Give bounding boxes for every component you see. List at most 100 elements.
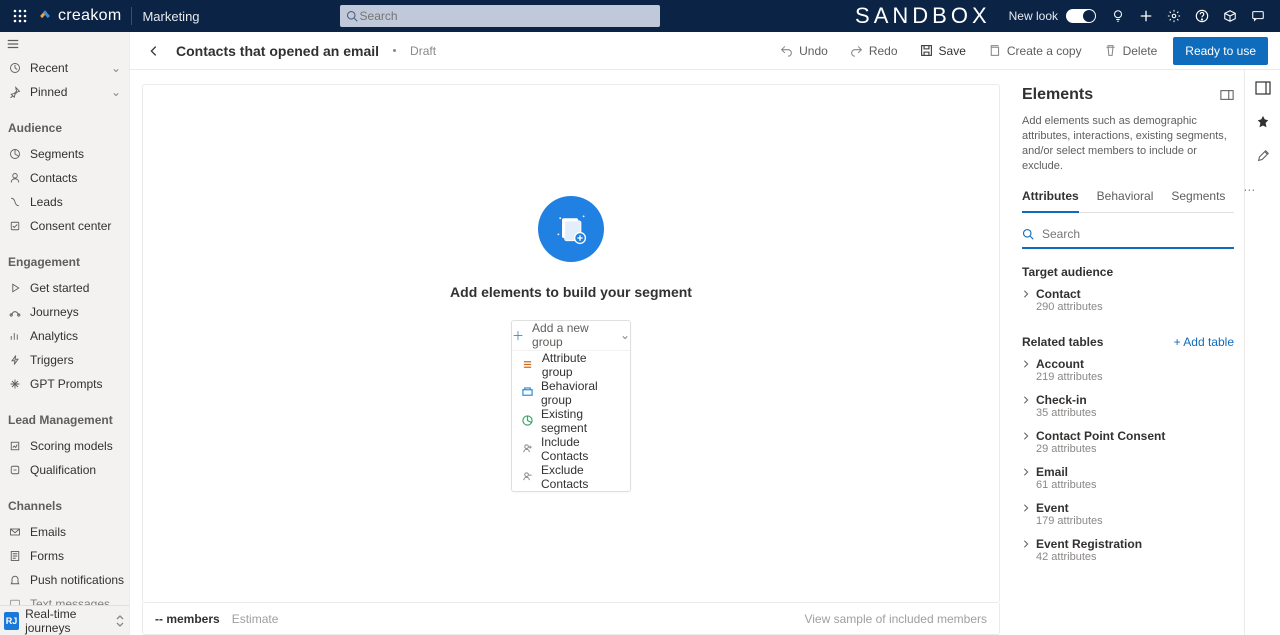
area-switcher[interactable]: RJ Real-time journeys — [0, 605, 129, 635]
global-search-input[interactable] — [358, 8, 654, 24]
entry-event[interactable]: Event179 attributes — [1022, 497, 1234, 533]
hamburger-icon[interactable] — [6, 37, 20, 51]
menu-include-contacts[interactable]: Include Contacts — [512, 435, 630, 463]
tab-behavioral[interactable]: Behavioral — [1097, 183, 1154, 212]
journeys-icon — [8, 305, 22, 319]
tab-segments[interactable]: Segments — [1171, 183, 1225, 212]
ready-button[interactable]: Ready to use — [1173, 37, 1268, 65]
nav-push[interactable]: Push notifications — [0, 568, 129, 592]
entry-checkin[interactable]: Check-in35 attributes — [1022, 389, 1234, 425]
person-remove-icon — [522, 471, 533, 483]
copy-button[interactable]: Create a copy — [982, 37, 1088, 65]
view-sample-link[interactable]: View sample of included members — [804, 612, 987, 626]
lightbulb-icon[interactable] — [1106, 4, 1130, 28]
canvas-footer: -- members Estimate View sample of inclu… — [142, 603, 1000, 635]
rail-copilot-icon[interactable] — [1253, 112, 1273, 132]
empty-state-title: Add elements to build your segment — [450, 284, 692, 300]
chevron-right-icon — [1022, 468, 1030, 476]
nav-segments[interactable]: Segments — [0, 142, 129, 166]
entry-contact[interactable]: Contact 290 attributes — [1022, 283, 1234, 319]
rail-edit-icon[interactable] — [1253, 146, 1273, 166]
entry-email[interactable]: Email61 attributes — [1022, 461, 1234, 497]
nav-contacts[interactable]: Contacts — [0, 166, 129, 190]
new-look-toggle[interactable]: New look — [1009, 9, 1096, 23]
nav-triggers[interactable]: Triggers — [0, 348, 129, 372]
save-button[interactable]: Save — [914, 37, 972, 65]
app-launcher-icon[interactable] — [8, 4, 32, 28]
entry-consent[interactable]: Contact Point Consent29 attributes — [1022, 425, 1234, 461]
nav-scoring[interactable]: Scoring models — [0, 434, 129, 458]
nav-qualification[interactable]: Qualification — [0, 458, 129, 482]
bell-icon — [8, 573, 22, 587]
empty-state-icon — [538, 196, 604, 262]
tab-overflow-icon[interactable]: ⋯ — [1243, 183, 1259, 212]
play-icon — [8, 281, 22, 295]
add-table-link[interactable]: + Add table — [1174, 335, 1234, 349]
estimate-button[interactable]: Estimate — [232, 612, 279, 626]
nav-emails[interactable]: Emails — [0, 520, 129, 544]
nav-pinned[interactable]: Pinned ⌄ — [0, 80, 129, 104]
gear-icon[interactable] — [1162, 4, 1186, 28]
email-icon — [8, 525, 22, 539]
attribute-icon — [522, 359, 534, 371]
scoring-icon — [8, 439, 22, 453]
area-badge: RJ — [4, 612, 19, 630]
status-label: Draft — [410, 44, 436, 58]
dot-separator — [393, 49, 396, 52]
menu-behavioral-group[interactable]: Behavioral group — [512, 379, 630, 407]
entry-account[interactable]: Account219 attributes — [1022, 353, 1234, 389]
segment-canvas: Add elements to build your segment ＋ Add… — [142, 84, 1000, 603]
chevron-up-down-icon — [115, 615, 125, 627]
contacts-icon — [8, 171, 22, 185]
menu-attribute-group[interactable]: Attribute group — [512, 351, 630, 379]
global-search[interactable] — [340, 5, 660, 27]
consent-icon — [8, 219, 22, 233]
menu-exclude-contacts[interactable]: Exclude Contacts — [512, 463, 630, 491]
nav-get-started[interactable]: Get started — [0, 276, 129, 300]
chat-icon[interactable] — [1246, 4, 1270, 28]
nav-journeys[interactable]: Journeys — [0, 300, 129, 324]
leads-icon — [8, 195, 22, 209]
panel-search[interactable] — [1022, 221, 1234, 249]
chevron-down-icon: ⌄ — [111, 61, 121, 75]
section-related-tables: Related tables + Add table — [1022, 335, 1234, 349]
undo-button[interactable]: Undo — [774, 37, 834, 65]
add-group-button[interactable]: ＋ Add a new group ⌄ — [512, 321, 630, 351]
delete-button[interactable]: Delete — [1098, 37, 1164, 65]
panel-toggle-icon[interactable] — [1220, 89, 1234, 101]
add-icon[interactable] — [1134, 4, 1158, 28]
search-icon — [1022, 228, 1034, 240]
nav-forms[interactable]: Forms — [0, 544, 129, 568]
nav-recent[interactable]: Recent ⌄ — [0, 56, 129, 80]
nav-analytics[interactable]: Analytics — [0, 324, 129, 348]
tab-attributes[interactable]: Attributes — [1022, 183, 1079, 213]
members-count: -- members — [155, 612, 220, 626]
toggle-switch[interactable] — [1066, 9, 1096, 23]
entry-event-registration[interactable]: Event Registration42 attributes — [1022, 533, 1234, 569]
segments-icon — [8, 147, 22, 161]
behavioral-icon — [522, 387, 533, 399]
brand-name: creakom — [58, 7, 121, 25]
toolbar: Contacts that opened an email Draft Undo… — [130, 32, 1280, 70]
nav-consent[interactable]: Consent center — [0, 214, 129, 238]
chevron-down-icon: ⌄ — [111, 85, 121, 99]
top-bar: creakom Marketing SANDBOX New look — [0, 0, 1280, 32]
main: Contacts that opened an email Draft Undo… — [130, 32, 1280, 635]
chevron-right-icon — [1022, 396, 1030, 404]
apps-icon[interactable] — [1218, 4, 1242, 28]
nav-leads[interactable]: Leads — [0, 190, 129, 214]
qualification-icon — [8, 463, 22, 477]
panel-description: Add elements such as demographic attribu… — [1022, 114, 1234, 173]
section-engagement: Engagement — [0, 250, 129, 274]
back-button[interactable] — [142, 39, 166, 63]
nav-gpt[interactable]: GPT Prompts — [0, 372, 129, 396]
redo-button[interactable]: Redo — [844, 37, 904, 65]
nav-text[interactable]: Text messages — [0, 592, 129, 605]
area-label: Real-time journeys — [25, 607, 109, 635]
trigger-icon — [8, 353, 22, 367]
help-icon[interactable] — [1190, 4, 1214, 28]
add-group-menu: ＋ Add a new group ⌄ Attribute group Beha… — [511, 320, 631, 492]
rail-expand-icon[interactable] — [1253, 78, 1273, 98]
panel-search-input[interactable] — [1040, 226, 1234, 242]
menu-existing-segment[interactable]: Existing segment — [512, 407, 630, 435]
